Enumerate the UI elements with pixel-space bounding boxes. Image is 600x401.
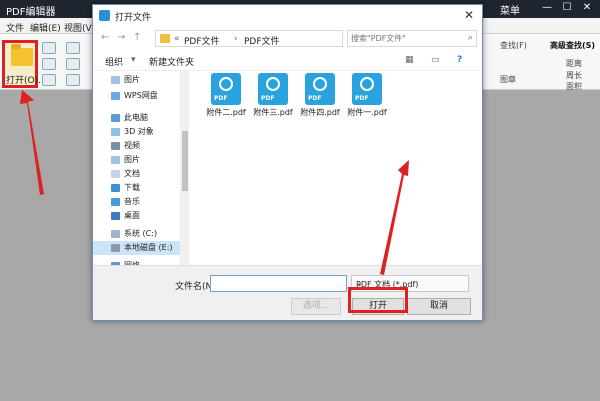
arrow-to-open-file xyxy=(20,90,44,195)
arrow-to-open-button xyxy=(380,160,409,275)
annotation-arrows xyxy=(20,90,409,275)
